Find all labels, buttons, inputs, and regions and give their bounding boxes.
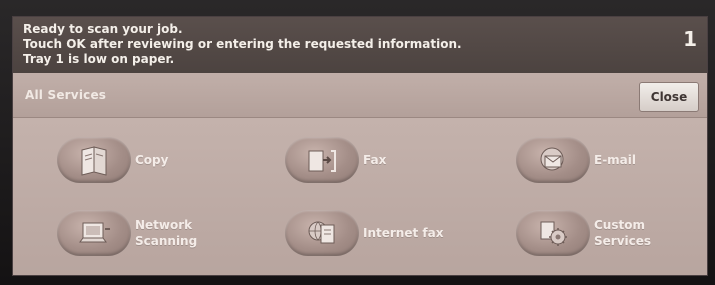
custom-services-icon <box>540 221 567 246</box>
service-network-scanning[interactable]: Network Scanning <box>57 210 197 256</box>
service-email[interactable]: E-mail <box>516 137 636 183</box>
internet-fax-icon <box>308 221 335 244</box>
services-panel: Copy Fax E-mail Network Scanning Interne… <box>13 118 707 275</box>
service-label: Copy <box>135 153 169 167</box>
job-count: 1 <box>683 27 697 51</box>
copy-button-pill[interactable] <box>57 137 131 183</box>
service-internet-fax[interactable]: Internet fax <box>285 210 443 256</box>
service-label: Internet fax <box>363 226 444 240</box>
service-copy[interactable]: Copy <box>57 137 168 183</box>
service-fax[interactable]: Fax <box>285 137 386 183</box>
service-label: Custom Services <box>594 218 652 248</box>
touch-screen: Ready to scan your job. Touch OK after r… <box>12 16 708 276</box>
status-line: Touch OK after reviewing or entering the… <box>23 37 462 51</box>
internet-fax-button-pill[interactable] <box>285 210 359 256</box>
fax-icon <box>308 150 336 172</box>
network-scanning-icon <box>79 222 110 243</box>
title-bar: All Services Close <box>13 73 707 118</box>
status-message: Ready to scan your job. Touch OK after r… <box>23 22 623 67</box>
service-label: Fax <box>363 153 387 167</box>
copy-icon <box>81 146 107 176</box>
email-icon <box>540 147 564 171</box>
service-custom-services[interactable]: Custom Services <box>516 210 651 256</box>
fax-button-pill[interactable] <box>285 137 359 183</box>
network-scanning-button-pill[interactable] <box>57 210 131 256</box>
page-title: All Services <box>25 88 107 102</box>
custom-services-button-pill[interactable] <box>516 210 590 256</box>
status-banner: Ready to scan your job. Touch OK after r… <box>13 17 707 77</box>
close-button[interactable]: Close <box>639 82 699 112</box>
status-line: Ready to scan your job. <box>23 22 183 36</box>
service-label: Network Scanning <box>135 218 198 248</box>
status-line: Tray 1 is low on paper. <box>23 52 175 66</box>
service-label: E-mail <box>594 153 637 167</box>
email-button-pill[interactable] <box>516 137 590 183</box>
